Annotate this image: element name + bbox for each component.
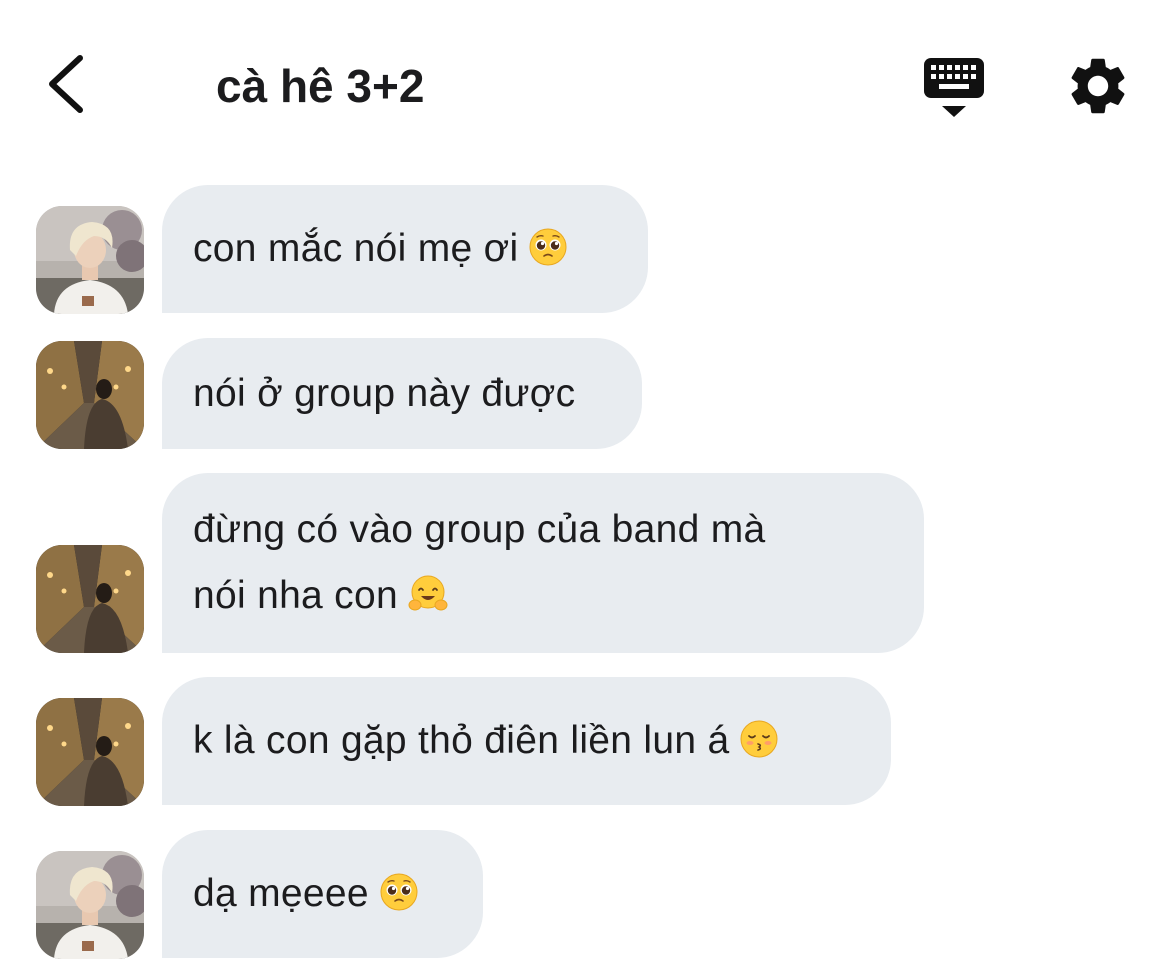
pleading-face-emoji xyxy=(528,227,568,267)
avatar[interactable] xyxy=(36,545,144,653)
chat-title: cà hê 3+2 xyxy=(216,60,425,112)
blonde-person-avatar-image xyxy=(36,206,144,314)
message-text-line-2: nói nha con xyxy=(193,574,398,617)
keyboard-toggle-button[interactable] xyxy=(918,54,990,120)
chat-header: cà hê 3+2 xyxy=(0,0,1170,170)
hugging-face-emoji xyxy=(408,574,448,614)
message-bubble[interactable]: dạ mẹeee xyxy=(162,830,483,958)
message-bubble[interactable]: nói ở group này được xyxy=(162,338,642,449)
chevron-left-icon xyxy=(49,55,83,113)
back-button[interactable] xyxy=(38,48,98,120)
avatar[interactable] xyxy=(36,206,144,314)
avatar[interactable] xyxy=(36,698,144,806)
street-person-avatar-image xyxy=(36,341,144,449)
message-bubble[interactable]: k là con gặp thỏ điên liền lun á xyxy=(162,677,891,805)
kissing-face-emoji xyxy=(739,719,779,759)
pleading-face-emoji xyxy=(379,872,419,912)
message-text: dạ mẹeee xyxy=(193,872,369,915)
settings-button[interactable] xyxy=(1064,52,1132,120)
avatar[interactable] xyxy=(36,341,144,449)
street-person-avatar-image xyxy=(36,698,144,806)
message-text: k là con gặp thỏ điên liền lun á xyxy=(193,719,730,762)
message-text: con mắc nói mẹ ơi xyxy=(193,227,519,270)
message-bubble[interactable]: đừng có vào group của band mà nói nha co… xyxy=(162,473,924,653)
gear-icon xyxy=(1071,58,1125,114)
blonde-person-avatar-image xyxy=(36,851,144,959)
message-text: nói ở group này được xyxy=(193,371,576,415)
avatar[interactable] xyxy=(36,851,144,959)
message-bubble[interactable]: con mắc nói mẹ ơi xyxy=(162,185,648,313)
street-person-avatar-image xyxy=(36,545,144,653)
keyboard-dismiss-icon xyxy=(924,58,984,117)
message-text-line-1: đừng có vào group của band mà xyxy=(193,508,766,551)
